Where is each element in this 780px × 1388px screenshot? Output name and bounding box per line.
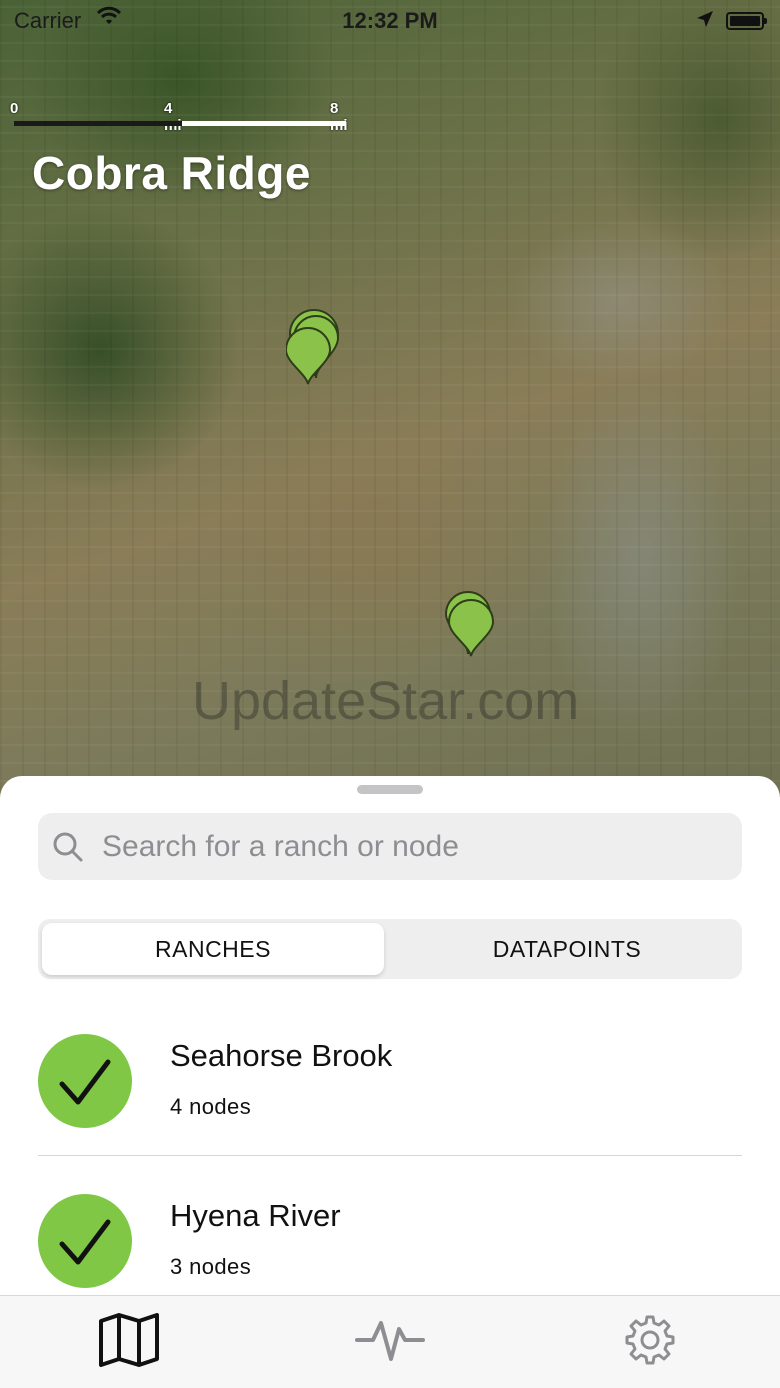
list-divider <box>38 1155 742 1156</box>
segment-datapoints[interactable]: DATAPOINTS <box>396 923 738 975</box>
activity-icon <box>355 1313 425 1372</box>
segmented-control: RANCHES DATAPOINTS <box>38 919 742 979</box>
scale-label-4: 4 mi <box>164 100 182 134</box>
location-arrow-icon <box>696 8 714 34</box>
sheet-grabber[interactable] <box>357 785 423 794</box>
list-item[interactable]: Seahorse Brook 4 nodes <box>38 1016 742 1176</box>
segment-ranches[interactable]: RANCHES <box>42 923 384 975</box>
scale-bar-dark <box>14 121 182 126</box>
tab-bar <box>0 1295 780 1388</box>
search-icon <box>52 831 84 863</box>
scale-label-0: 0 <box>10 100 19 117</box>
gear-icon <box>623 1313 677 1372</box>
ranch-node-count: 3 nodes <box>170 1254 252 1279</box>
map-pin-cluster-1[interactable] <box>284 308 346 393</box>
clock: 12:32 PM <box>342 8 438 33</box>
watermark: UpdateStar.com <box>192 671 580 731</box>
scale-bar-light <box>182 121 346 126</box>
search-bar[interactable] <box>38 813 742 880</box>
search-input[interactable] <box>100 828 724 865</box>
ranch-name: Hyena River <box>170 1198 341 1233</box>
tab-activity[interactable] <box>355 1314 425 1370</box>
status-bar: Carrier 12:32 PM <box>0 0 780 40</box>
tab-map[interactable] <box>94 1312 164 1372</box>
checkmark-icon <box>38 1034 132 1128</box>
ranch-name: Seahorse Brook <box>170 1038 393 1073</box>
tab-settings[interactable] <box>615 1314 685 1370</box>
battery-icon <box>726 12 767 30</box>
map-title: Cobra Ridge <box>32 147 311 199</box>
map-pin-cluster-2[interactable] <box>444 590 498 665</box>
scale-label-8: 8 mi <box>330 100 348 134</box>
map-icon <box>97 1312 161 1372</box>
satellite-map[interactable]: Carrier 12:32 PM 0 4 mi 8 mi Cobra Ridge <box>0 0 780 800</box>
checkmark-icon <box>38 1194 132 1288</box>
ranch-node-count: 4 nodes <box>170 1094 252 1119</box>
